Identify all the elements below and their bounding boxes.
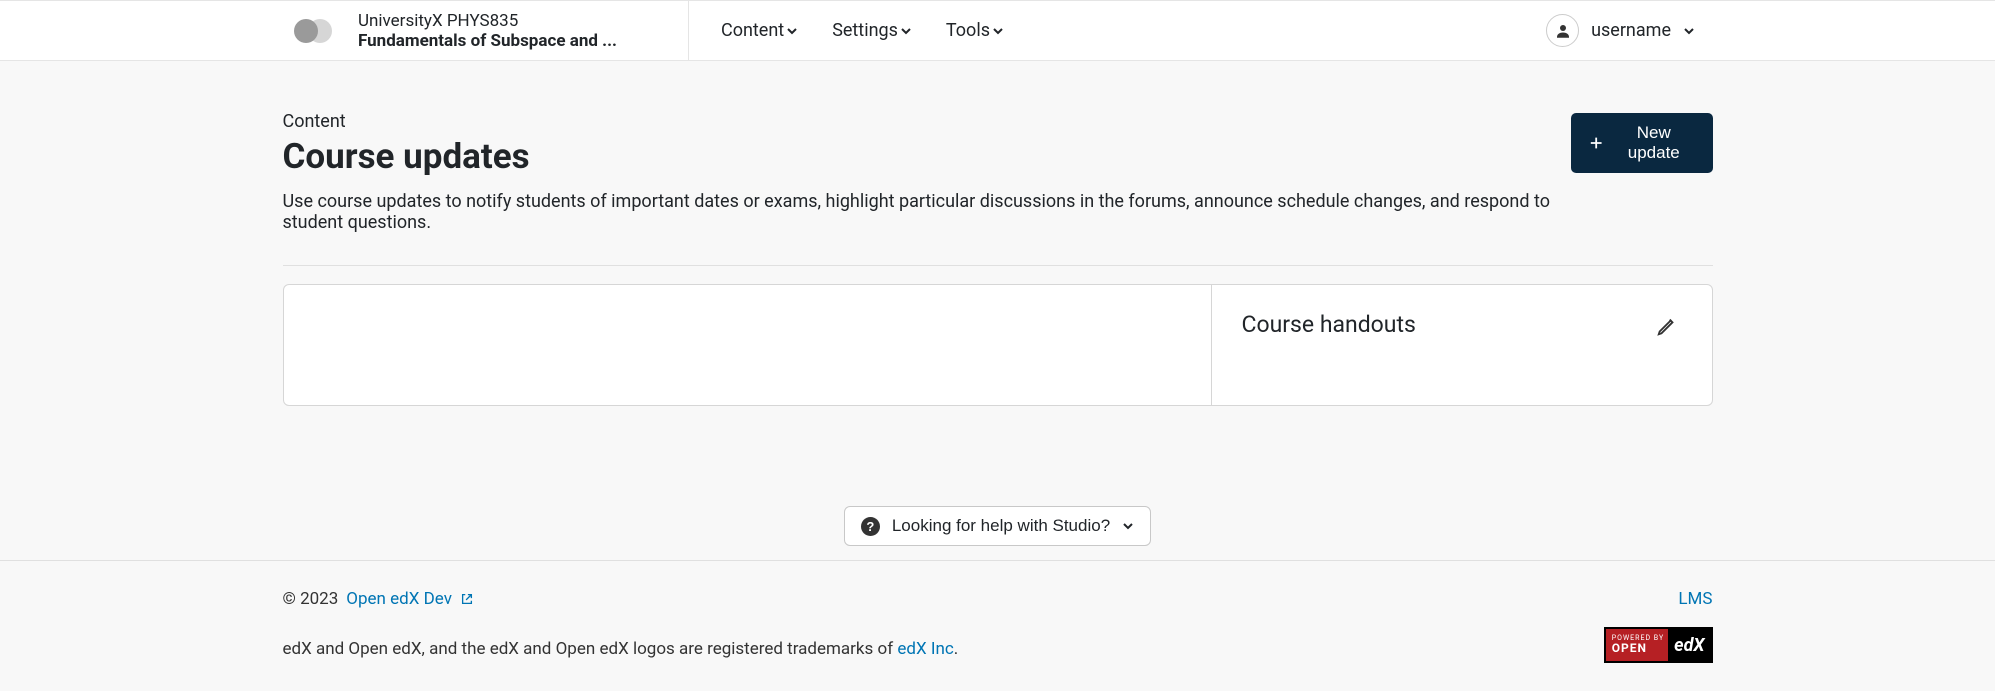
nav-tools[interactable]: Tools	[946, 20, 1004, 41]
trademark-period: .	[954, 639, 958, 659]
chevron-down-icon	[1122, 520, 1134, 532]
avatar	[1546, 14, 1579, 47]
course-code: UniversityX PHYS835	[358, 11, 617, 31]
help-section: ? Looking for help with Studio?	[0, 406, 1995, 546]
page-title: Course updates	[283, 136, 1571, 177]
nav-settings[interactable]: Settings	[832, 20, 912, 41]
divider	[283, 265, 1713, 266]
trademark-text: edX and Open edX, and the edX and Open e…	[283, 639, 898, 659]
plus-icon	[1589, 135, 1603, 151]
page-description: Use course updates to notify students of…	[283, 191, 1571, 233]
chevron-down-icon	[1683, 25, 1695, 37]
external-link-icon	[460, 592, 474, 606]
updates-panel	[284, 285, 1212, 405]
new-update-label: New update	[1613, 123, 1694, 163]
page-header-text: Content Course updates Use course update…	[283, 111, 1571, 233]
chevron-down-icon	[992, 25, 1004, 37]
open-edx-dev-link[interactable]: Open edX Dev	[346, 589, 452, 609]
copyright-text: © 2023	[283, 589, 339, 609]
nav-tools-label: Tools	[946, 20, 990, 41]
edx-badge-label: edX	[1668, 629, 1710, 661]
powered-by-badge: POWERED BY OPEN edX	[1604, 627, 1713, 663]
handouts-panel: Course handouts	[1212, 285, 1712, 405]
nav-content-label: Content	[721, 20, 784, 41]
main-content: Content Course updates Use course update…	[283, 61, 1713, 406]
edx-inc-link[interactable]: edX Inc	[897, 639, 953, 659]
powered-by-label: POWERED BY	[1612, 635, 1664, 643]
user-icon	[1554, 22, 1572, 40]
handouts-title: Course handouts	[1242, 311, 1416, 338]
content-panels: Course handouts	[283, 284, 1713, 406]
username-label: username	[1591, 20, 1671, 41]
lms-link[interactable]: LMS	[1678, 589, 1712, 609]
course-title-block: UniversityX PHYS835 Fundamentals of Subs…	[358, 11, 617, 51]
trademark-row: edX and Open edX, and the edX and Open e…	[283, 639, 959, 659]
help-button[interactable]: ? Looking for help with Studio?	[844, 506, 1151, 546]
course-name: Fundamentals of Subspace and ...	[358, 31, 617, 51]
open-edx-dev-label: Open edX Dev	[346, 589, 452, 609]
main-nav: Content Settings Tools	[689, 20, 1004, 41]
chevron-down-icon	[786, 25, 798, 37]
user-menu[interactable]: username	[1546, 14, 1695, 47]
nav-settings-label: Settings	[832, 20, 898, 41]
open-label: OPEN	[1612, 642, 1664, 655]
footer-copyright-row: © 2023 Open edX Dev	[283, 589, 959, 609]
footer-inner: © 2023 Open edX Dev edX and Open edX, an…	[283, 589, 1713, 663]
course-identity: UniversityX PHYS835 Fundamentals of Subs…	[294, 1, 689, 60]
edit-handouts-button[interactable]	[1652, 311, 1682, 344]
pencil-icon	[1656, 315, 1678, 337]
help-label: Looking for help with Studio?	[892, 516, 1110, 536]
chevron-down-icon	[900, 25, 912, 37]
help-icon: ?	[861, 517, 880, 536]
footer-left: © 2023 Open edX Dev edX and Open edX, an…	[283, 589, 959, 659]
new-update-button[interactable]: New update	[1571, 113, 1713, 173]
nav-content[interactable]: Content	[721, 20, 798, 41]
logo-icon	[294, 16, 334, 46]
breadcrumb: Content	[283, 111, 1571, 132]
footer: © 2023 Open edX Dev edX and Open edX, an…	[0, 560, 1995, 691]
footer-right: LMS POWERED BY OPEN edX	[1604, 589, 1713, 663]
page-header: Content Course updates Use course update…	[283, 111, 1713, 233]
app-header: UniversityX PHYS835 Fundamentals of Subs…	[0, 0, 1995, 61]
